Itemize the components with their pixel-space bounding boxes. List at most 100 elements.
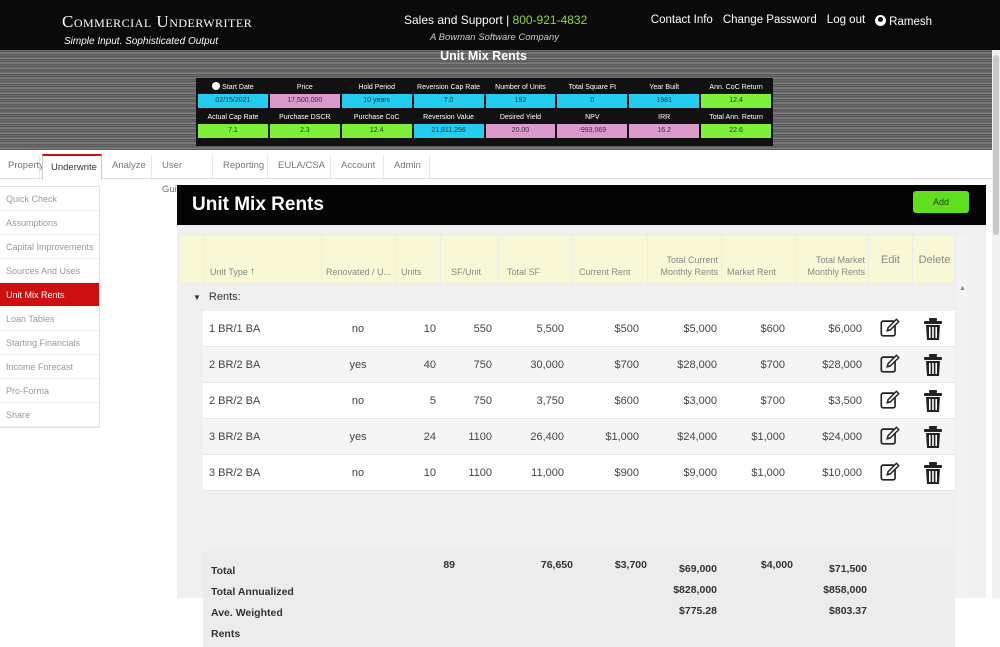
unit-mix-panel: Unit Mix Rents Add Unit Type ↑ Renovated … (177, 185, 986, 647)
totals-label-annualized: Total Annualized (211, 586, 294, 598)
group-row-rents[interactable]: ▼ Rents: (179, 284, 955, 310)
metric-value: 21,811,256 (413, 124, 484, 138)
tab-property[interactable]: Property (0, 154, 44, 180)
side-item-loan-tables[interactable]: Loan Tables (0, 307, 99, 331)
page-scrollbar-thumb[interactable] (993, 55, 999, 235)
metric-label-text: Start Date (222, 84, 254, 91)
side-item-share[interactable]: Share (0, 403, 99, 427)
cell-unit-type: 1 BR/1 BA (209, 323, 261, 335)
edit-icon[interactable] (879, 461, 901, 483)
contact-info-link[interactable]: Contact Info (651, 14, 713, 28)
metric-label: IRR (629, 110, 699, 124)
metric-label: Hold Period (342, 80, 412, 94)
cell-sf-unit: 1100 (468, 431, 492, 443)
trash-icon[interactable] (923, 317, 943, 341)
col-sf-unit[interactable]: SF/Unit (441, 235, 499, 285)
collapse-caret-icon[interactable]: ▼ (193, 293, 201, 302)
totals-market-rent: $4,000 (760, 559, 793, 571)
group-label: Rents: (208, 291, 241, 303)
cell-current-rent: $500 (614, 323, 639, 335)
metric-value: 1981 (629, 94, 700, 108)
trash-icon[interactable] (923, 389, 943, 413)
user-menu[interactable]: Ramesh (875, 14, 932, 28)
side-item-quick-check[interactable]: Quick Check (0, 187, 99, 211)
cell-renovated: yes (349, 359, 367, 371)
sort-up-icon: ↑ (249, 266, 255, 277)
cell-market-rent: $700 (760, 395, 785, 407)
cell-renovated: yes (349, 431, 367, 443)
metric-label: Purchase CoC (342, 110, 412, 124)
trash-icon[interactable] (923, 353, 943, 377)
totals-market-avg: $803.37 (829, 605, 867, 617)
col-renovated[interactable]: Renovated / U... (322, 235, 396, 285)
table-row: 1 BR/1 BA no 10 550 5,500 $500 $5,000 $600 $6,00… (203, 311, 955, 347)
side-menu: Quick Check Assumptions Capital Improvemen… (0, 186, 100, 428)
side-item-income-forecast[interactable]: Income Forecast (0, 355, 99, 379)
side-item-capital-improvements[interactable]: Capital Improvements (0, 235, 99, 259)
cell-current-rent: $1,000 (605, 431, 639, 443)
side-item-starting-financials[interactable]: Starting Financials (0, 331, 99, 355)
tab-user-guide[interactable]: User Guide (154, 154, 213, 195)
edit-icon[interactable] (879, 425, 901, 447)
brand-tagline: Simple Input. Sophisticated Output (64, 36, 218, 47)
trash-icon[interactable] (923, 461, 943, 485)
col-total-current[interactable]: Total Current Monthly Rents (648, 235, 722, 285)
tab-account[interactable]: Account (333, 154, 384, 180)
table-scrollbar[interactable]: ▲ (957, 234, 967, 598)
col-current-rent[interactable]: Current Rent (573, 235, 648, 285)
side-item-pro-forma[interactable]: Pro-Forma (0, 379, 99, 403)
page-scrollbar[interactable] (992, 50, 1000, 598)
cell-total-current: $5,000 (683, 323, 717, 335)
metric-value: 0 (557, 94, 628, 108)
support-phone[interactable]: 800-921-4832 (513, 13, 588, 27)
tab-eula-csa[interactable]: EULA/CSA (270, 154, 331, 180)
metric-label-text: Ann. CoC Return (709, 84, 763, 91)
tab-reporting[interactable]: Reporting (215, 154, 268, 180)
tab-analyze[interactable]: Analyze (104, 154, 152, 180)
col-market-rent[interactable]: Market Rent (722, 235, 796, 285)
metric-label: Total Ann. Return (701, 110, 771, 124)
cell-units: 10 (423, 467, 436, 479)
col-units[interactable]: Units (396, 235, 441, 285)
top-links: Contact Info Change Password Log out Ram… (651, 14, 932, 28)
metric-value: 7.0 (413, 94, 484, 108)
change-password-link[interactable]: Change Password (723, 14, 817, 28)
band-title: Unit Mix Rents (440, 49, 527, 63)
metric-value: 17,500,000 (269, 94, 340, 108)
cell-total-market: $3,500 (828, 395, 862, 407)
cell-unit-type: 2 BR/2 BA (209, 395, 261, 407)
cell-sf-unit: 750 (473, 359, 492, 371)
col-unit-type[interactable]: Unit Type ↑ (204, 235, 322, 285)
edit-icon[interactable] (879, 389, 901, 411)
logout-link[interactable]: Log out (827, 14, 865, 28)
trash-icon[interactable] (923, 425, 943, 449)
tab-underwrite[interactable]: Underwrite (42, 154, 102, 180)
totals-label-total: Total (211, 565, 236, 577)
edit-icon[interactable] (879, 317, 901, 339)
user-name: Ramesh (889, 16, 932, 28)
edit-icon[interactable] (879, 353, 901, 375)
cell-total-sf: 3,750 (536, 395, 564, 407)
metric-value: 10 years (341, 94, 412, 108)
col-total-market[interactable]: Total Market Monthly Rents (796, 235, 869, 285)
side-item-sources-and-uses[interactable]: Sources And Uses (0, 259, 99, 283)
col-unit-type-label: Unit Type (210, 267, 248, 277)
cell-total-current: $9,000 (683, 467, 717, 479)
totals-row: Total Total Annualized Ave. Weighted Ren… (203, 551, 955, 647)
top-header: Commercial Underwriter Simple Input. Sop… (0, 0, 1000, 50)
add-button[interactable]: Add (913, 191, 969, 213)
metric-label: Number of Units (486, 80, 556, 94)
cell-unit-type: 3 BR/2 BA (209, 431, 261, 443)
col-total-sf[interactable]: Total SF (499, 235, 573, 285)
cell-total-sf: 5,500 (536, 323, 564, 335)
side-item-assumptions[interactable]: Assumptions (0, 211, 99, 235)
metric-label: Desired Yield (486, 110, 556, 124)
calendar-icon[interactable] (212, 82, 221, 90)
brand-logo[interactable]: Commercial Underwriter (62, 12, 252, 32)
tab-admin[interactable]: Admin (386, 154, 430, 180)
cell-total-current: $3,000 (683, 395, 717, 407)
cell-current-rent: $900 (614, 467, 639, 479)
totals-units: 89 (443, 559, 455, 571)
side-item-unit-mix-rents[interactable]: Unit Mix Rents (0, 283, 99, 307)
scroll-up-icon[interactable]: ▲ (959, 285, 966, 292)
